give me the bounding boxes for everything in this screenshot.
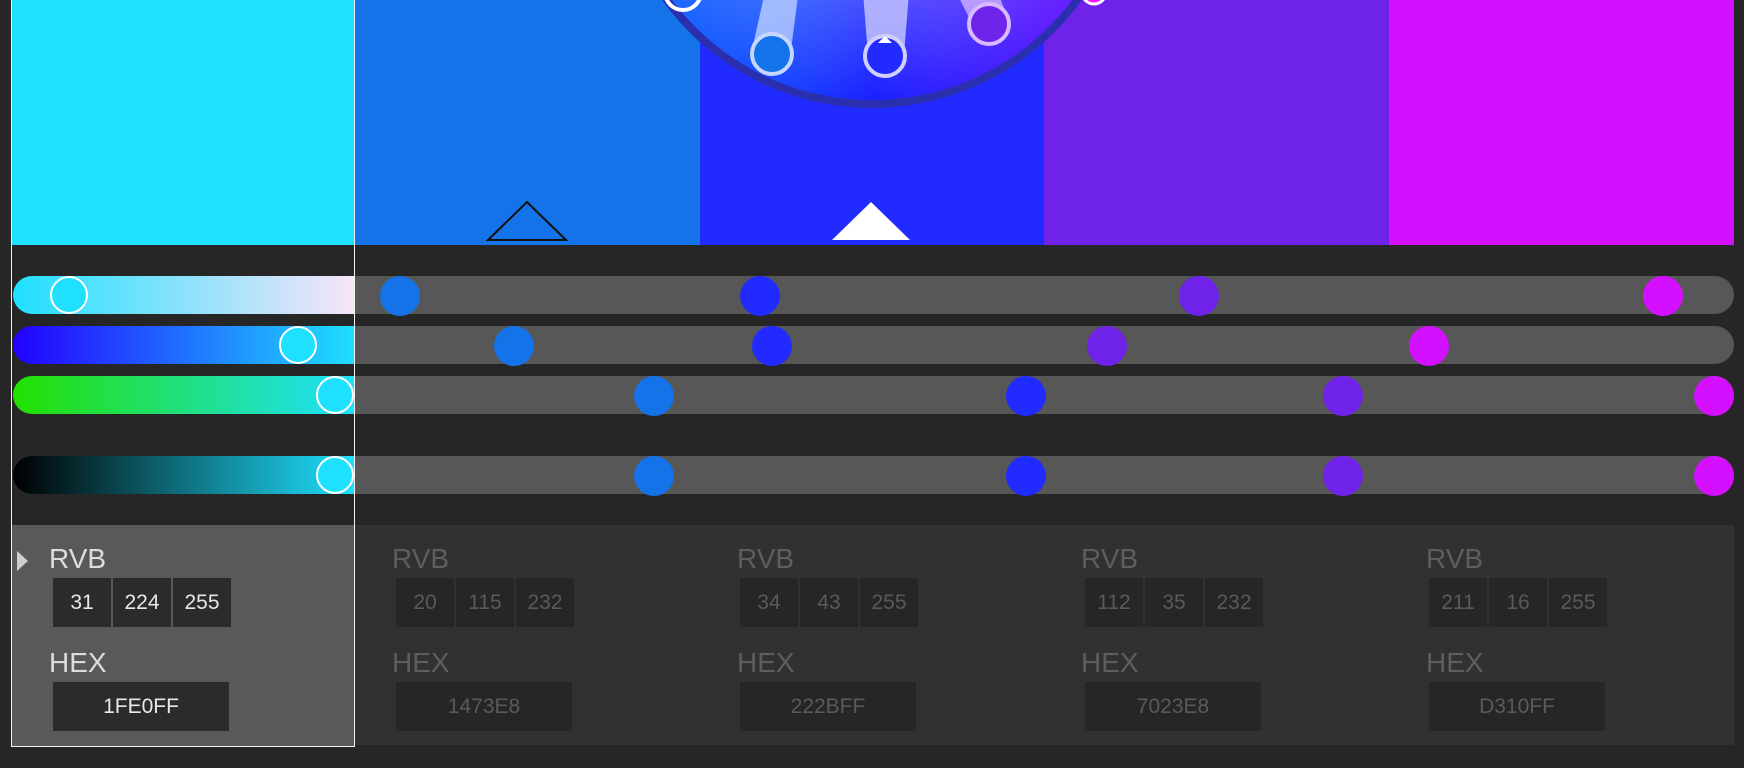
hex-label: HEX [737, 647, 795, 678]
hex-label: HEX [1081, 647, 1139, 678]
slider-1-handle[interactable] [50, 276, 88, 314]
blue-value-field[interactable]: 255 [1549, 578, 1607, 627]
blue-value-field[interactable]: 232 [1205, 578, 1263, 627]
slider-2-dot[interactable] [752, 326, 792, 366]
slider-2-dot[interactable] [494, 326, 534, 366]
green-value-field[interactable]: 43 [800, 578, 858, 627]
blue-value-field[interactable]: 232 [516, 578, 574, 627]
slider-1-track[interactable] [355, 276, 1734, 314]
slider-3-dot[interactable] [1006, 376, 1046, 416]
red-value-field[interactable]: 20 [396, 578, 454, 627]
slider-1-dot[interactable] [1643, 276, 1683, 316]
slider-3-dot[interactable] [634, 376, 674, 416]
slider-4-dot[interactable] [1323, 456, 1363, 496]
rvb-label: RVB [392, 543, 450, 574]
red-value-field[interactable]: 112 [1085, 578, 1143, 627]
red-value-field[interactable]: 31 [53, 578, 111, 627]
expand-arrow-icon[interactable] [17, 551, 28, 571]
color-wheel[interactable] [0, 0, 1744, 120]
color-wheel-graphic [662, 0, 1105, 108]
green-value-field[interactable]: 224 [113, 578, 171, 627]
slider-2-dot[interactable] [1087, 326, 1127, 366]
slider-1-dot[interactable] [380, 276, 420, 316]
base-color-marker-icon [832, 202, 910, 240]
hex-value-field[interactable]: 7023E8 [1085, 682, 1261, 731]
green-value-field[interactable]: 35 [1145, 578, 1203, 627]
hex-value-field[interactable]: D310FF [1429, 682, 1605, 731]
slider-3-gradient[interactable] [13, 376, 355, 414]
rvb-label: RVB [1426, 543, 1484, 574]
slider-4-dot[interactable] [1006, 456, 1046, 496]
slider-2-dot[interactable] [1409, 326, 1449, 366]
hex-label: HEX [49, 647, 107, 678]
slider-2-track[interactable] [355, 326, 1734, 364]
rvb-label: RVB [737, 543, 795, 574]
hex-label: HEX [1426, 647, 1484, 678]
red-value-field[interactable]: 211 [1429, 578, 1487, 627]
hex-label: HEX [392, 647, 450, 678]
slider-4-dot[interactable] [634, 456, 674, 496]
blue-value-field[interactable]: 255 [173, 578, 231, 627]
rvb-label: RVB [1081, 543, 1139, 574]
slider-3-handle[interactable] [316, 376, 354, 414]
slider-3-dot[interactable] [1694, 376, 1734, 416]
hex-value-field[interactable]: 1473E8 [396, 682, 572, 731]
slider-1-dot[interactable] [740, 276, 780, 316]
green-value-field[interactable]: 16 [1489, 578, 1547, 627]
blue-value-field[interactable]: 255 [860, 578, 918, 627]
slider-2-handle[interactable] [279, 326, 317, 364]
hex-value-field[interactable]: 1FE0FF [53, 682, 229, 731]
slider-1-dot[interactable] [1179, 276, 1219, 316]
swatch-2-marker-icon [486, 200, 568, 241]
green-value-field[interactable]: 115 [456, 578, 514, 627]
slider-4-handle[interactable] [316, 456, 354, 494]
slider-4-dot[interactable] [1694, 456, 1734, 496]
slider-3-dot[interactable] [1323, 376, 1363, 416]
red-value-field[interactable]: 34 [740, 578, 798, 627]
rvb-label: RVB [49, 543, 107, 574]
slider-4-gradient[interactable] [13, 456, 355, 494]
hex-value-field[interactable]: 222BFF [740, 682, 916, 731]
